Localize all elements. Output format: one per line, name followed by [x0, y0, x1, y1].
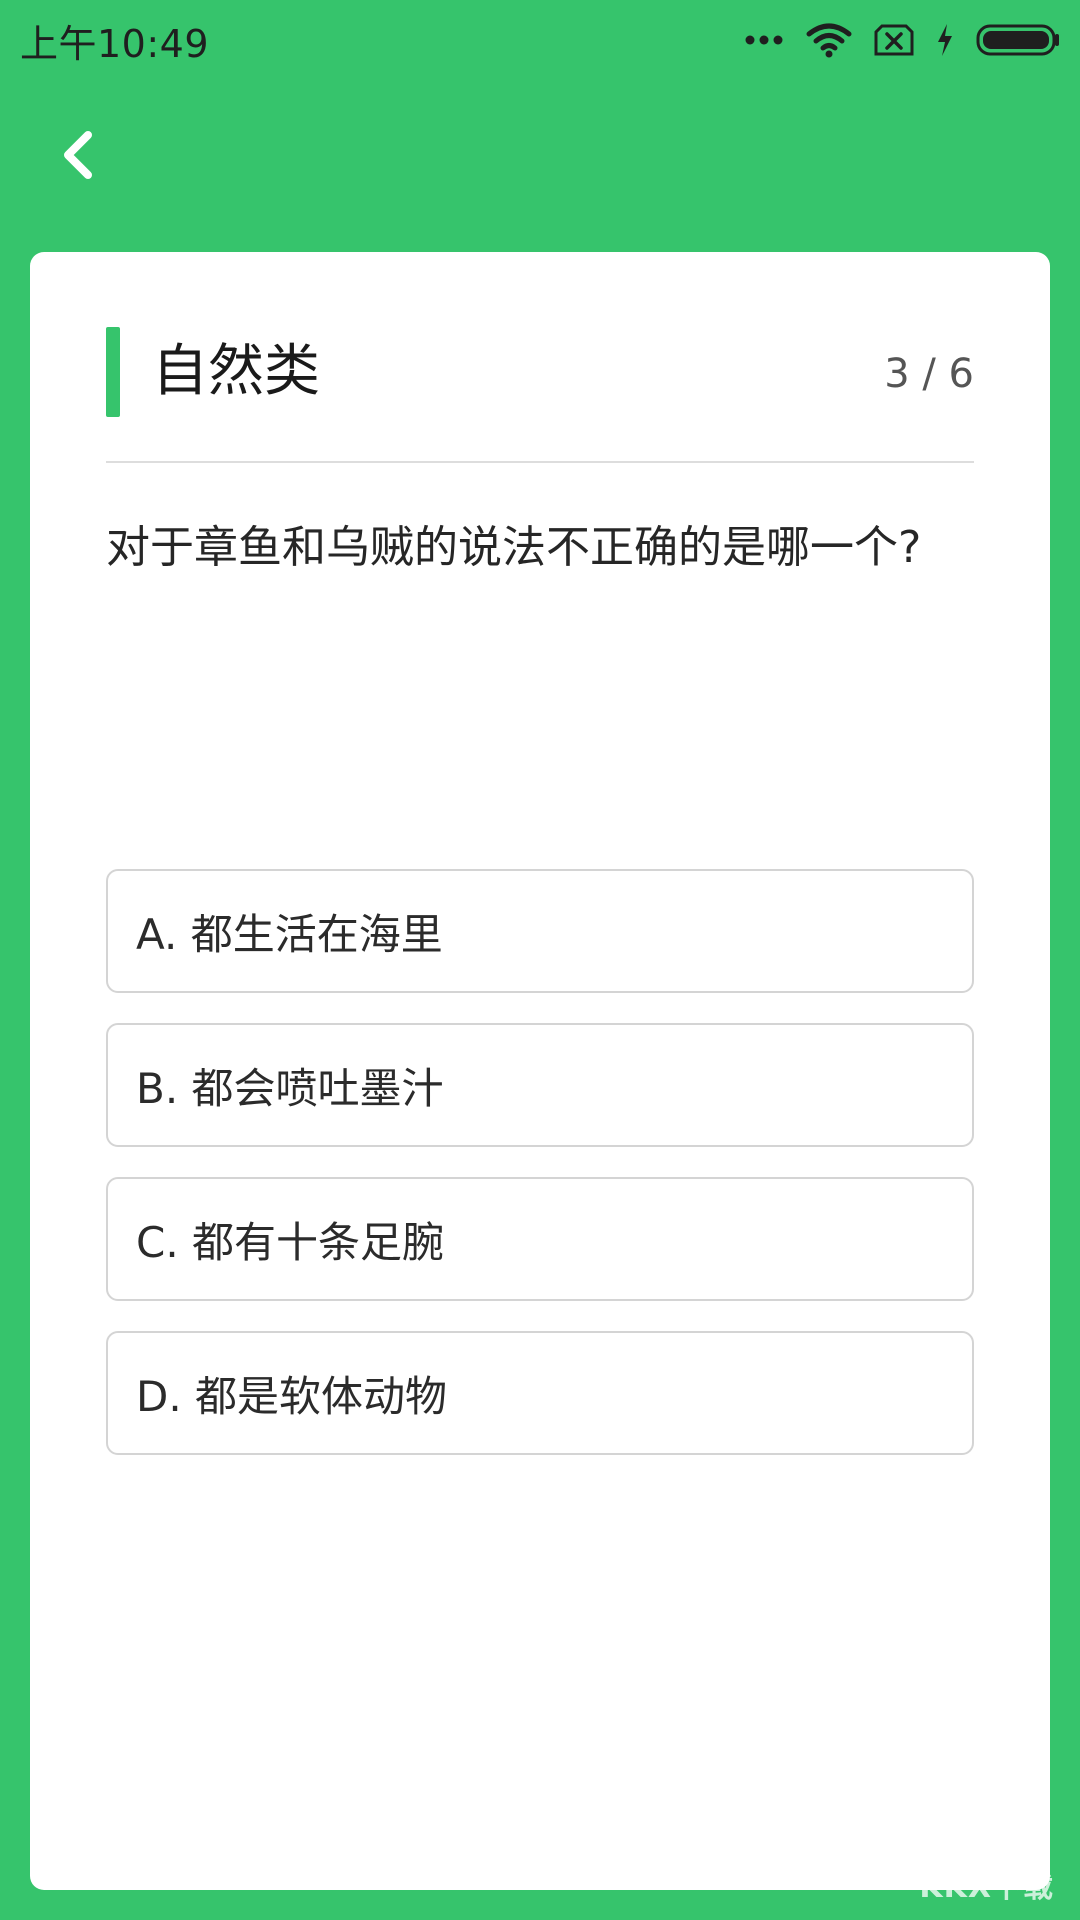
divider [106, 461, 974, 463]
back-chevron-icon [64, 131, 92, 179]
quiz-screen: 上午10:49 自然类 3 / 6 对于章鱼和乌贼的说法不正确的是哪一个? A.… [0, 0, 1080, 1920]
top-bar [0, 80, 1080, 250]
question-card: 自然类 3 / 6 对于章鱼和乌贼的说法不正确的是哪一个? A. 都生活在海里 … [30, 252, 1050, 1890]
battery-icon [976, 23, 1060, 57]
dots-icon [744, 34, 784, 46]
category-accent-bar [106, 327, 120, 417]
sim-off-icon [874, 24, 914, 56]
options-list: A. 都生活在海里 B. 都会喷吐墨汁 C. 都有十条足腕 D. 都是软体动物 [106, 869, 974, 1485]
question-text: 对于章鱼和乌贼的说法不正确的是哪一个? [106, 522, 922, 573]
status-bar: 上午10:49 [0, 0, 1080, 80]
status-time: 上午10:49 [20, 21, 210, 66]
status-icons [744, 22, 1060, 58]
back-button[interactable] [48, 120, 108, 190]
option-d[interactable]: D. 都是软体动物 [106, 1331, 974, 1455]
option-b[interactable]: B. 都会喷吐墨汁 [106, 1023, 974, 1147]
charging-icon [936, 23, 954, 57]
option-a[interactable]: A. 都生活在海里 [106, 869, 974, 993]
category-title: 自然类 [152, 339, 320, 404]
option-c[interactable]: C. 都有十条足腕 [106, 1177, 974, 1301]
wifi-icon [806, 22, 852, 58]
watermark: KKX下载 [919, 1870, 1054, 1905]
question-progress: 3 / 6 [884, 351, 974, 397]
